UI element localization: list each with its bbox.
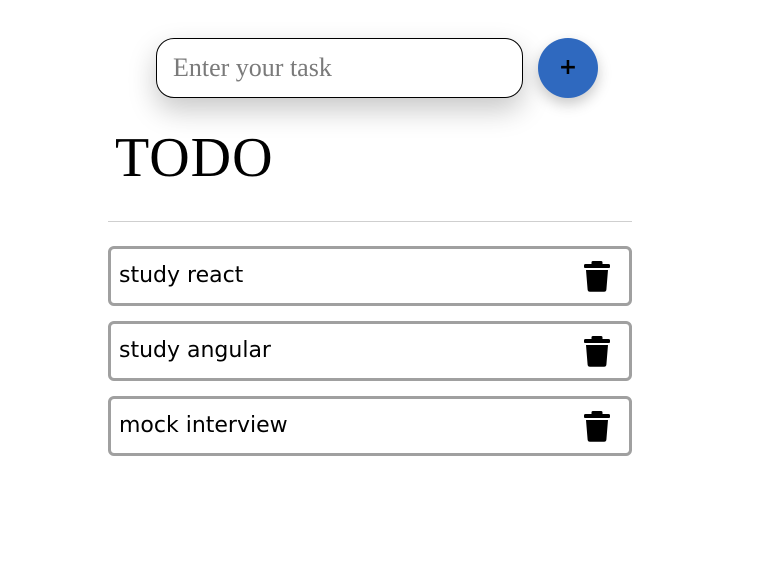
divider	[108, 221, 632, 222]
task-item: mock interview	[108, 396, 632, 456]
task-text: study angular	[119, 338, 271, 363]
page-title: TODO	[115, 127, 274, 189]
trash-icon	[584, 411, 610, 442]
trash-icon	[584, 261, 610, 292]
task-item: study angular	[108, 321, 632, 381]
delete-task-button[interactable]	[583, 260, 611, 292]
delete-task-button[interactable]	[583, 335, 611, 367]
task-text: study react	[119, 263, 244, 288]
task-list: study react study angular mock interview	[108, 246, 632, 471]
trash-icon	[584, 336, 610, 367]
task-item: study react	[108, 246, 632, 306]
task-text: mock interview	[119, 413, 288, 438]
delete-task-button[interactable]	[583, 410, 611, 442]
add-task-button[interactable]: +	[538, 38, 598, 98]
task-input[interactable]	[156, 38, 523, 98]
